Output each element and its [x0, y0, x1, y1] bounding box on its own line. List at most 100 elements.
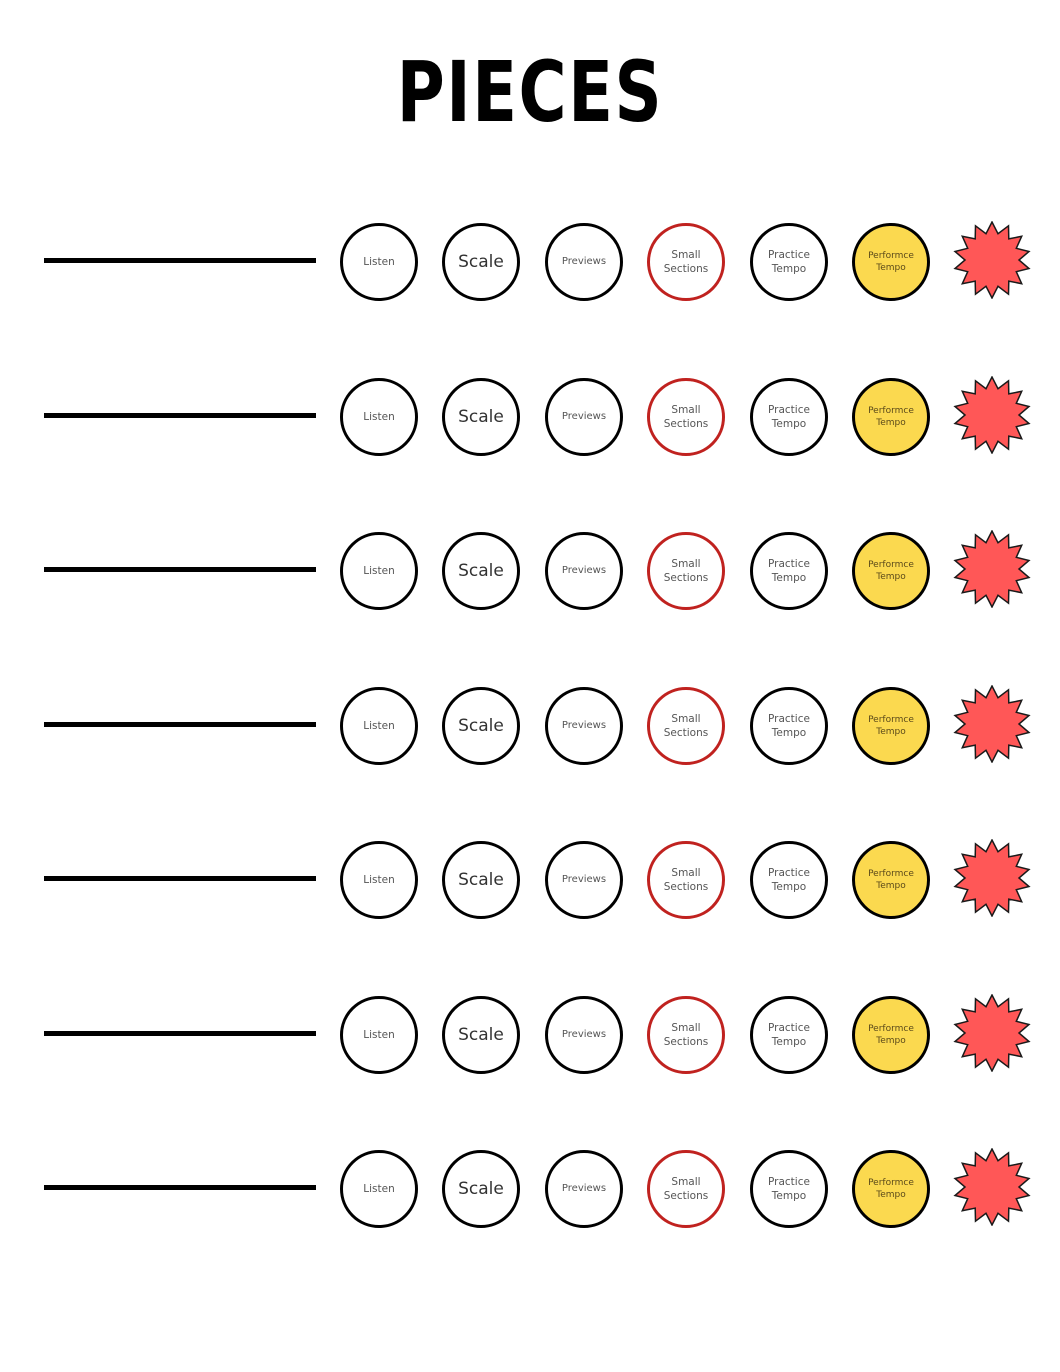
step-small-sections[interactable]: Small Sections [647, 1150, 725, 1228]
label-line: Tempo [771, 263, 807, 275]
piece-row: Listen Scale Previews Small Sections Pra… [0, 684, 1060, 765]
step-label: Small Sections [656, 248, 716, 276]
label-line: Sections [663, 1035, 709, 1048]
step-previews[interactable]: Previews [545, 995, 623, 1074]
step-label: Performce Tempo [860, 868, 922, 892]
step-performance-tempo[interactable]: Performce Tempo [852, 841, 930, 919]
piece-row: Listen Scale Previews Small Sections Pra… [0, 530, 1060, 610]
step-scale[interactable]: Scale [442, 532, 520, 610]
step-small-sections[interactable]: Small Sections [647, 841, 725, 919]
label-line: Performce [868, 869, 914, 879]
step-label: Listen [363, 1028, 395, 1041]
step-practice-tempo[interactable]: Practice Tempo [750, 377, 828, 456]
piece-name-blank[interactable] [44, 721, 316, 727]
step-performance-tempo[interactable]: Performce Tempo [852, 686, 930, 765]
step-label: Performce Tempo [860, 250, 922, 274]
step-listen[interactable]: Listen [340, 223, 418, 301]
step-listen[interactable]: Listen [340, 532, 418, 610]
step-label: Small Sections [656, 712, 716, 740]
piece-name-blank[interactable] [44, 412, 316, 418]
step-practice-tempo[interactable]: Practice Tempo [750, 995, 828, 1074]
label-line: Tempo [771, 1035, 807, 1048]
step-scale[interactable]: Scale [442, 686, 520, 765]
step-scale[interactable]: Scale [442, 223, 520, 301]
step-label: Performce Tempo [860, 1177, 922, 1201]
step-label: Listen [363, 719, 395, 732]
starburst-icon[interactable] [953, 530, 1031, 608]
step-previews[interactable]: Previews [545, 532, 623, 610]
label-line: Performce [868, 560, 914, 570]
step-label: Previews [561, 1183, 607, 1194]
step-practice-tempo[interactable]: Practice Tempo [750, 1150, 828, 1228]
step-listen[interactable]: Listen [340, 995, 418, 1074]
label-line: Tempo [771, 726, 807, 739]
label-line: Tempo [771, 572, 807, 584]
step-performance-tempo[interactable]: Performce Tempo [852, 377, 930, 456]
step-practice-tempo[interactable]: Practice Tempo [750, 223, 828, 301]
step-label: Small Sections [656, 866, 716, 894]
step-previews[interactable]: Previews [545, 377, 623, 456]
step-scale[interactable]: Scale [442, 1150, 520, 1228]
label-line: Sections [663, 881, 709, 893]
step-practice-tempo[interactable]: Practice Tempo [750, 532, 828, 610]
step-label: Previews [561, 1028, 607, 1040]
label-line: Performce [868, 1178, 914, 1188]
label-line: Small [671, 712, 701, 725]
label-line: Practice [768, 1176, 810, 1188]
step-listen[interactable]: Listen [340, 1150, 418, 1228]
step-label: Scale [458, 561, 504, 581]
piece-name-blank[interactable] [44, 1030, 316, 1036]
step-performance-tempo[interactable]: Performce Tempo [852, 995, 930, 1074]
step-label: Scale [458, 715, 504, 736]
label-line: Tempo [876, 881, 906, 891]
step-scale[interactable]: Scale [442, 841, 520, 919]
label-line: Small [671, 1176, 701, 1188]
starburst-icon[interactable] [953, 1148, 1031, 1226]
piece-name-blank[interactable] [44, 258, 316, 263]
label-line: Practice [768, 712, 810, 725]
label-line: Performce [868, 714, 914, 725]
step-small-sections[interactable]: Small Sections [647, 995, 725, 1074]
step-small-sections[interactable]: Small Sections [647, 377, 725, 456]
starburst-shape [953, 530, 1031, 608]
label-line: Tempo [876, 1035, 906, 1046]
step-small-sections[interactable]: Small Sections [647, 686, 725, 765]
step-scale[interactable]: Scale [442, 995, 520, 1074]
label-line: Sections [663, 572, 709, 584]
step-performance-tempo[interactable]: Performce Tempo [852, 532, 930, 610]
step-listen[interactable]: Listen [340, 377, 418, 456]
label-line: Tempo [771, 881, 807, 893]
starburst-icon[interactable] [953, 993, 1031, 1072]
step-listen[interactable]: Listen [340, 841, 418, 919]
starburst-icon[interactable] [953, 375, 1031, 454]
starburst-icon[interactable] [953, 839, 1031, 917]
step-previews[interactable]: Previews [545, 223, 623, 301]
step-previews[interactable]: Previews [545, 1150, 623, 1228]
step-practice-tempo[interactable]: Practice Tempo [750, 686, 828, 765]
step-small-sections[interactable]: Small Sections [647, 223, 725, 301]
label-line: Tempo [771, 1190, 807, 1202]
label-line: Tempo [876, 572, 906, 582]
starburst-shape [953, 1148, 1031, 1226]
starburst-shape [953, 839, 1031, 917]
step-performance-tempo[interactable]: Performce Tempo [852, 1150, 930, 1228]
starburst-icon[interactable] [953, 684, 1031, 763]
step-label: Practice Tempo [760, 557, 818, 585]
step-performance-tempo[interactable]: Performce Tempo [852, 223, 930, 301]
label-line: Tempo [876, 726, 906, 737]
label-line: Sections [663, 726, 709, 739]
label-line: Practice [768, 1021, 810, 1034]
step-label: Performce Tempo [860, 559, 922, 583]
step-small-sections[interactable]: Small Sections [647, 532, 725, 610]
step-scale[interactable]: Scale [442, 377, 520, 456]
piece-name-blank[interactable] [44, 1185, 316, 1190]
label-line: Small [671, 249, 701, 261]
piece-name-blank[interactable] [44, 876, 316, 881]
step-practice-tempo[interactable]: Practice Tempo [750, 841, 828, 919]
piece-name-blank[interactable] [44, 567, 316, 572]
step-previews[interactable]: Previews [545, 686, 623, 765]
step-previews[interactable]: Previews [545, 841, 623, 919]
step-listen[interactable]: Listen [340, 686, 418, 765]
starburst-shape [953, 684, 1031, 763]
starburst-icon[interactable] [953, 221, 1031, 299]
